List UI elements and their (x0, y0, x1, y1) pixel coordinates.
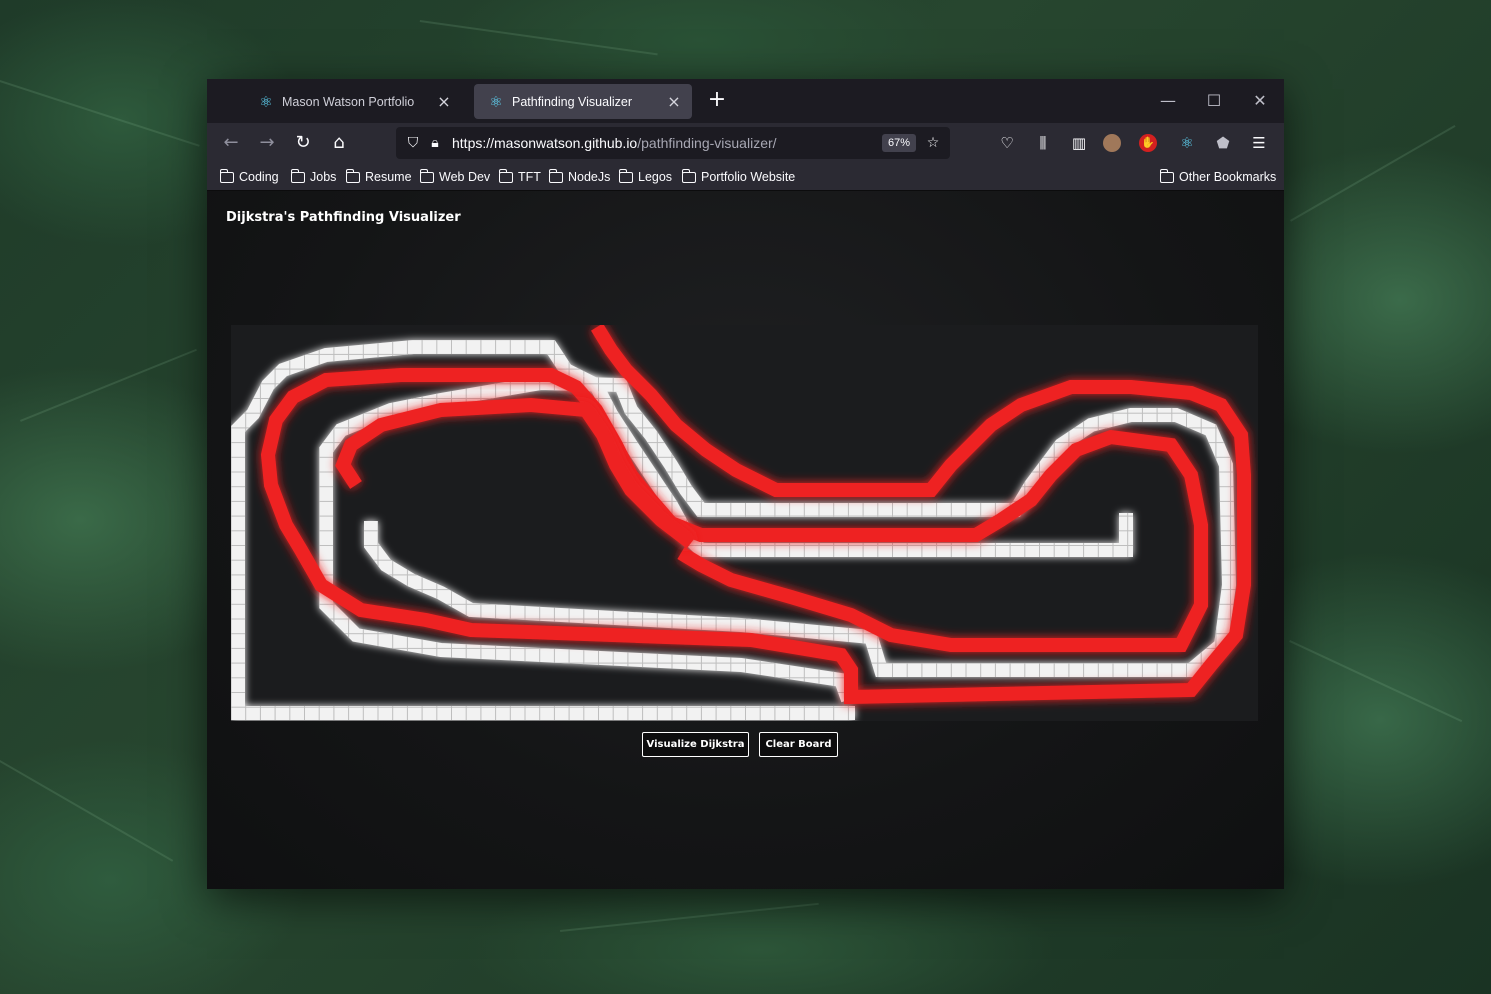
url-text[interactable]: https://masonwatson.github.io/pathfindin… (452, 135, 882, 151)
pocket-icon[interactable]: ♡ (995, 131, 1019, 155)
visualize-dijkstra-button[interactable]: Visualize Dijkstra (642, 732, 749, 757)
react-icon: ⚛ (259, 92, 273, 111)
bookmark-legos[interactable]: Legos (618, 168, 673, 185)
tab-label: Mason Watson Portfolio (282, 94, 415, 109)
menu-icon[interactable]: ☰ (1247, 131, 1271, 155)
bookmark-label: Legos (638, 170, 673, 184)
sidebar-icon[interactable]: ▥ (1067, 131, 1091, 155)
folder-icon (290, 168, 305, 183)
bookmark-resume[interactable]: Resume (345, 168, 412, 185)
page-title: Dijkstra's Pathfinding Visualizer (226, 210, 461, 225)
bookmark-label: Resume (365, 170, 412, 184)
react-devtools-icon[interactable]: ⚛ (1175, 131, 1199, 155)
react-icon: ⚛ (489, 92, 503, 111)
folder-icon (548, 168, 563, 183)
grid-board[interactable] (231, 325, 1258, 721)
library-icon[interactable]: ⫼ (1031, 131, 1055, 155)
tab-label: Pathfinding Visualizer (512, 94, 632, 109)
url-host: https://masonwatson.github.io (452, 135, 638, 151)
folder-icon (1159, 168, 1174, 183)
shield-extension-icon[interactable]: ⬟ (1211, 131, 1235, 155)
shield-icon[interactable]: ⛉ (402, 133, 424, 153)
minimize-button[interactable]: — (1153, 89, 1183, 113)
bookmarks-bar: Coding Jobs Resume Web Dev TFT NodeJs Le… (207, 163, 1284, 191)
bookmark-star-icon[interactable]: ☆ (922, 133, 944, 153)
url-path: /pathfinding-visualizer/ (637, 135, 777, 151)
folder-icon (219, 168, 234, 183)
bookmark-nodejs[interactable]: NodeJs (548, 168, 611, 185)
bookmark-label: TFT (518, 170, 541, 184)
bookmark-label: Portfolio Website (701, 170, 796, 184)
tab-portfolio[interactable]: ⚛ Mason Watson Portfolio × (244, 84, 462, 119)
close-window-button[interactable]: ✕ (1245, 89, 1275, 113)
folder-icon (618, 168, 633, 183)
bookmark-label: NodeJs (568, 170, 611, 184)
tab-bar: ⚛ Mason Watson Portfolio × ⚛ Pathfinding… (207, 79, 1284, 123)
bookmark-tft[interactable]: TFT (498, 168, 541, 185)
grid-drawing (231, 325, 1251, 720)
clear-board-button[interactable]: Clear Board (759, 732, 838, 757)
page-content: Dijkstra's Pathfinding Visualizer Visual… (207, 191, 1284, 889)
bookmark-label: Coding (239, 170, 279, 184)
lock-icon[interactable]: 🔒︎ (424, 133, 446, 153)
close-tab-icon[interactable]: × (436, 92, 452, 111)
bookmark-portfolio-website[interactable]: Portfolio Website (681, 168, 796, 185)
avatar[interactable] (1103, 134, 1121, 152)
reload-icon[interactable]: ↻ (290, 131, 316, 155)
browser-window: ⚛ Mason Watson Portfolio × ⚛ Pathfinding… (207, 79, 1284, 889)
bookmark-web-dev[interactable]: Web Dev (419, 168, 491, 185)
folder-icon (498, 168, 513, 183)
bookmark-label: Jobs (310, 170, 337, 184)
close-tab-icon[interactable]: × (666, 92, 682, 111)
nav-bar: ← → ↻ ⌂ ⛉ 🔒︎ https://masonwatson.github.… (207, 123, 1284, 163)
url-bar[interactable]: ⛉ 🔒︎ https://masonwatson.github.io/pathf… (396, 127, 950, 159)
extension-hand-icon[interactable]: ✋ (1139, 134, 1157, 152)
folder-icon (419, 168, 434, 183)
home-icon[interactable]: ⌂ (326, 131, 352, 155)
bookmark-jobs[interactable]: Jobs (290, 168, 337, 185)
new-tab-button[interactable]: + (705, 89, 729, 113)
back-arrow-icon[interactable]: ← (218, 131, 244, 155)
folder-icon (681, 168, 696, 183)
maximize-button[interactable]: ☐ (1199, 89, 1229, 113)
zoom-badge[interactable]: 67% (881, 134, 916, 152)
tab-pathfinding[interactable]: ⚛ Pathfinding Visualizer × (474, 84, 692, 119)
folder-icon (345, 168, 360, 183)
bookmark-other[interactable]: Other Bookmarks (1159, 168, 1277, 185)
forward-arrow-icon[interactable]: → (254, 131, 280, 155)
bookmark-coding[interactable]: Coding (219, 168, 279, 185)
bookmark-label: Web Dev (439, 170, 491, 184)
bookmark-label: Other Bookmarks (1179, 170, 1277, 184)
